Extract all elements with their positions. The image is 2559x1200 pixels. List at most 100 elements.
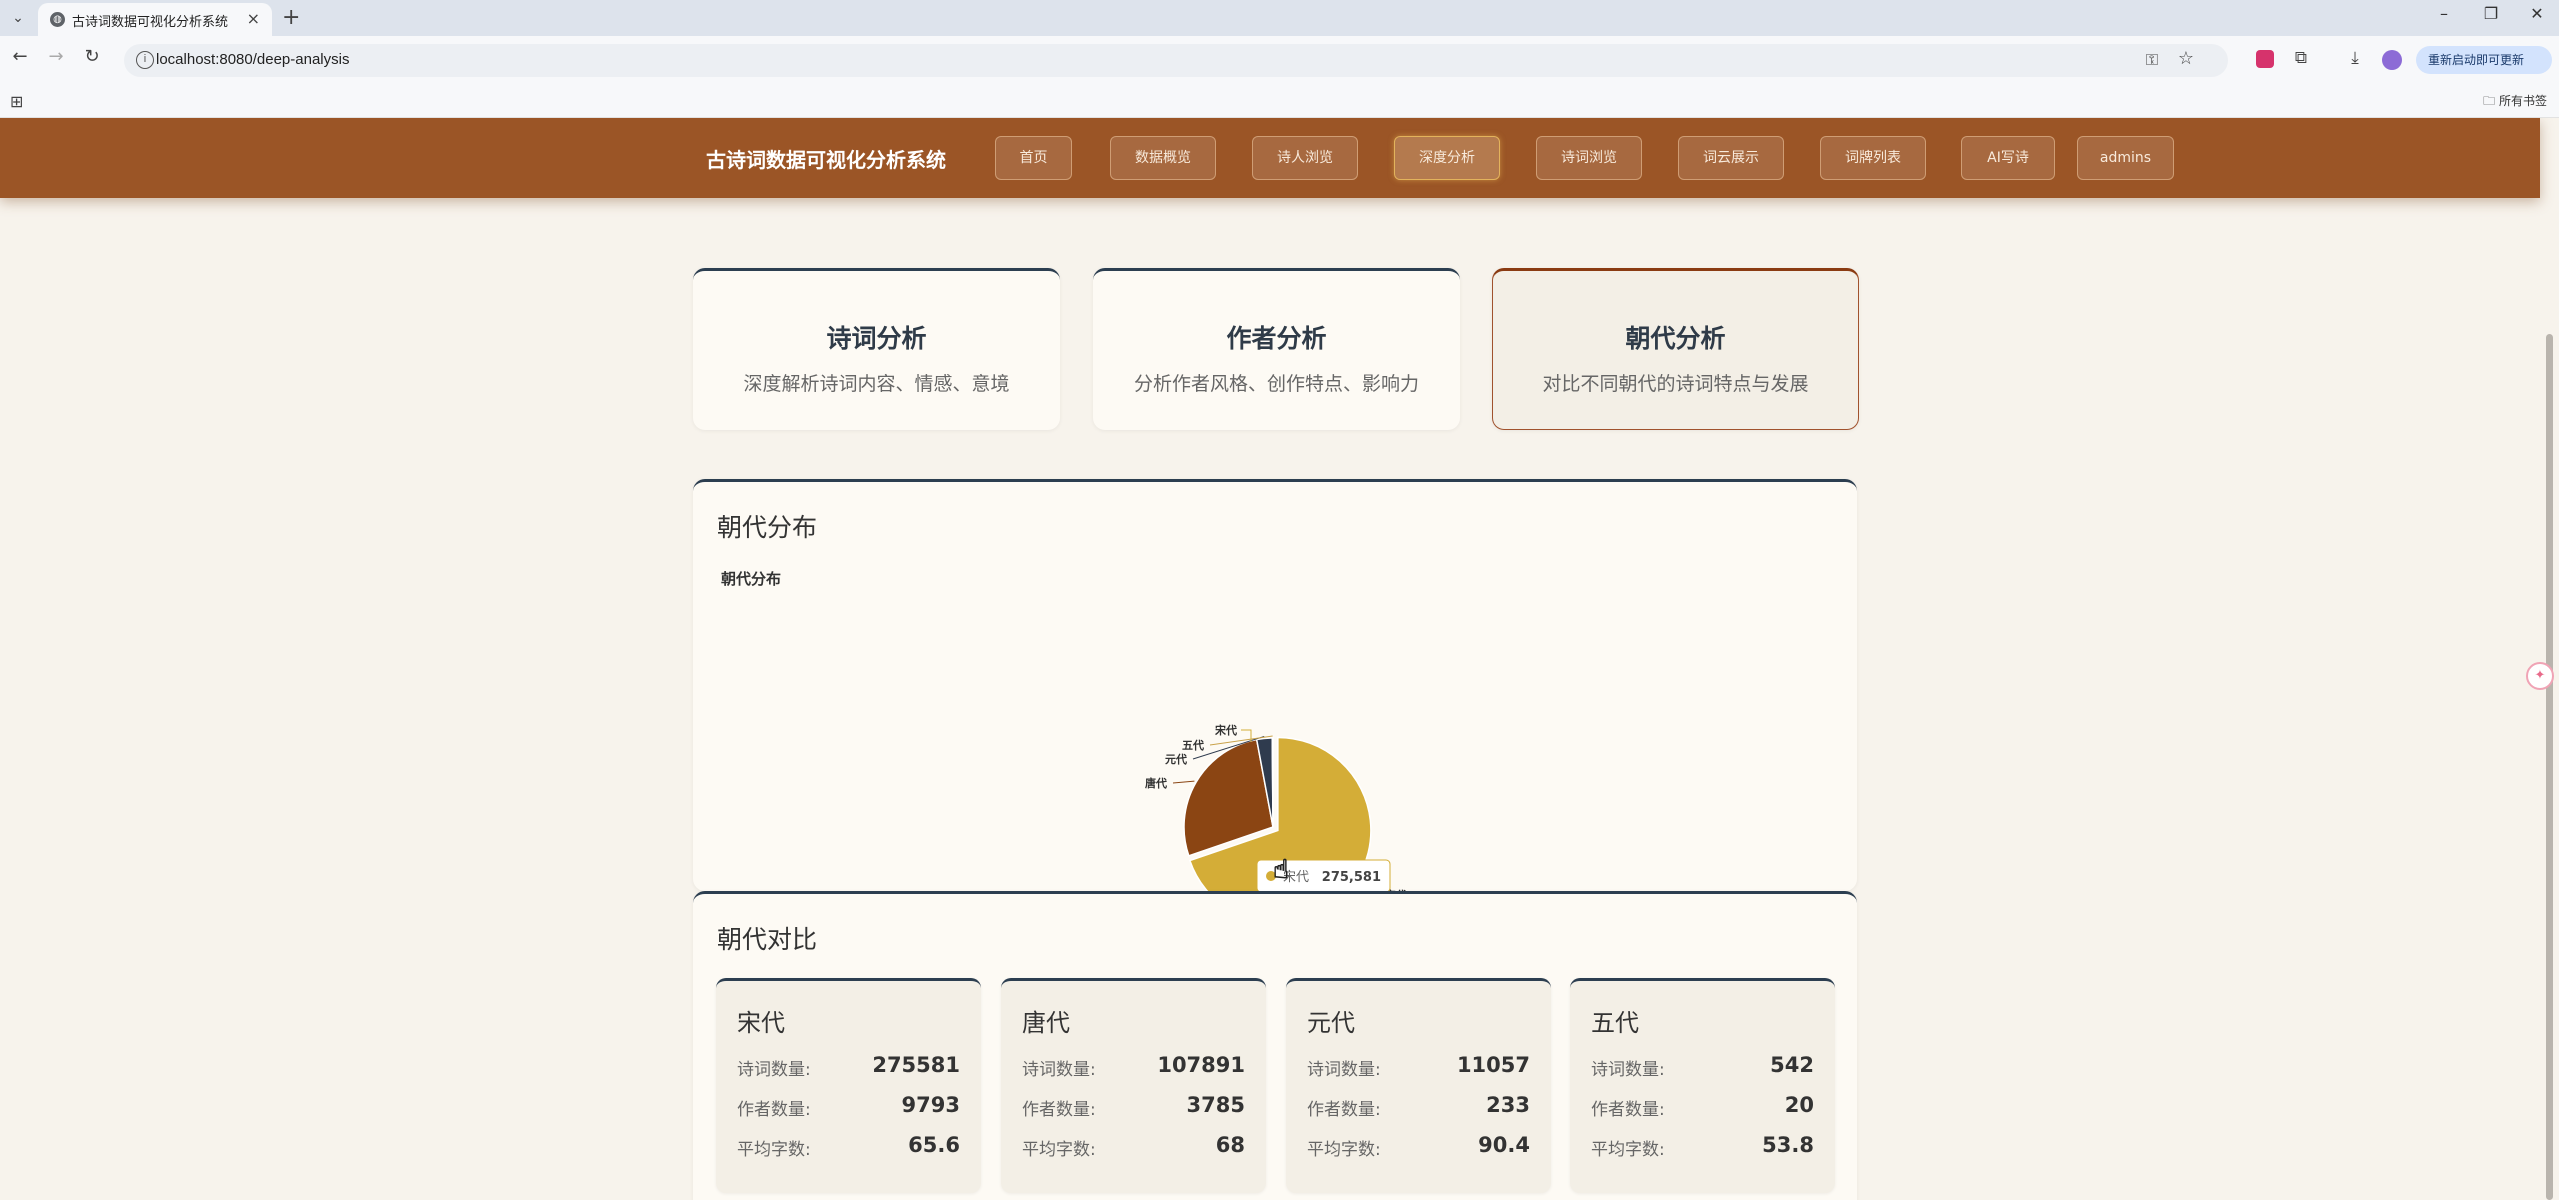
minimize-icon[interactable]: – (2429, 4, 2459, 23)
extension-icon[interactable] (2256, 50, 2274, 68)
dynasty-distribution-panel: 朝代分布 朝代分布 宋代唐代元代五代宋代宋代275,581☝ (693, 479, 1857, 894)
tooltip-value: 275,581 (1322, 870, 1381, 885)
stat-label: 诗词数量: (1307, 1060, 1381, 1080)
pie-label: 唐代 (1145, 776, 1167, 790)
dynasty-card-song: 宋代 诗词数量: 275581 作者数量: 9793 平均字数: 65.6 (716, 978, 981, 1193)
new-tab-icon[interactable]: + (282, 5, 300, 30)
back-icon[interactable]: ← (8, 46, 32, 67)
stat-value: 275581 (872, 1053, 960, 1077)
page-scrollbar[interactable] (2546, 334, 2553, 1200)
stat-row-avg-chars: 平均字数: 68 (1022, 1131, 1245, 1161)
stat-value: 107891 (1157, 1053, 1245, 1077)
download-icon[interactable]: ⤓ (2344, 48, 2366, 68)
update-button[interactable]: 重新启动即可更新 (2416, 46, 2552, 74)
hand-cursor-icon: ☝ (1273, 855, 1289, 885)
dynasty-card-wudai: 五代 诗词数量: 542 作者数量: 20 平均字数: 53.8 (1570, 978, 1835, 1193)
stat-row-authors: 作者数量: 20 (1591, 1091, 1814, 1121)
globe-icon: ◍ (50, 12, 65, 27)
stat-label: 作者数量: (1591, 1100, 1665, 1120)
page-viewport: 古诗词数据可视化分析系统 首页 数据概览 诗人浏览 深度分析 诗词浏览 词云展示… (0, 118, 2559, 1200)
feature-desc: 分析作者风格、创作特点、影响力 (1133, 373, 1419, 395)
stat-row-avg-chars: 平均字数: 65.6 (737, 1131, 960, 1161)
all-bookmarks[interactable]: 🗀 所有书签 (2483, 92, 2547, 113)
stat-label: 作者数量: (1022, 1100, 1096, 1120)
nav-poets[interactable]: 诗人浏览 (1252, 136, 1358, 180)
profile-avatar[interactable] (2382, 50, 2402, 70)
extensions-icon[interactable]: ⧉ (2290, 48, 2312, 68)
nav-wordcloud[interactable]: 词云展示 (1678, 136, 1784, 180)
feature-title: 作者分析 (1226, 324, 1327, 353)
stat-value: 68 (1215, 1133, 1245, 1157)
close-icon[interactable]: × (247, 9, 260, 28)
pie-label: 五代 (1182, 738, 1204, 752)
stat-value: 233 (1486, 1093, 1530, 1117)
pie-leader-line (1172, 780, 1195, 784)
password-key-icon[interactable]: ⚿ (2146, 50, 2158, 70)
stat-row-avg-chars: 平均字数: 90.4 (1307, 1131, 1530, 1161)
dynasty-name: 元代 (1307, 1009, 1355, 1037)
stat-value: 11057 (1456, 1053, 1530, 1077)
window-close-icon[interactable]: ✕ (2522, 4, 2552, 23)
feature-desc: 对比不同朝代的诗词特点与发展 (1542, 373, 1809, 395)
browser-tab[interactable]: ◍ 古诗词数据可视化分析系统 × (38, 3, 272, 36)
site-info-icon[interactable]: i (136, 51, 154, 69)
forward-icon[interactable]: → (44, 46, 68, 67)
address-bar[interactable]: i localhost:8080/deep-analysis ⚿ ☆ (124, 44, 2228, 77)
stat-row-authors: 作者数量: 233 (1307, 1091, 1530, 1121)
stat-row-authors: 作者数量: 3785 (1022, 1091, 1245, 1121)
dynasty-name: 宋代 (737, 1009, 785, 1037)
stat-row-poems: 诗词数量: 275581 (737, 1051, 960, 1081)
stat-label: 平均字数: (737, 1140, 811, 1160)
stat-label: 平均字数: (1307, 1140, 1381, 1160)
stat-label: 诗词数量: (1022, 1060, 1096, 1080)
stat-row-poems: 诗词数量: 542 (1591, 1051, 1814, 1081)
stat-value: 90.4 (1478, 1133, 1530, 1157)
stat-label: 诗词数量: (737, 1060, 811, 1080)
apps-grid-icon[interactable]: ⊞ (10, 92, 23, 111)
stat-value: 53.8 (1762, 1133, 1814, 1157)
folder-icon: 🗀 (2483, 94, 2499, 108)
dynasty-card-yuan: 元代 诗词数量: 11057 作者数量: 233 平均字数: 90.4 (1286, 978, 1551, 1193)
url-text[interactable]: localhost:8080/deep-analysis (156, 51, 349, 68)
bookmark-bar: ⊞ 🗀 所有书签 (0, 84, 2559, 118)
feature-title: 朝代分析 (1625, 324, 1726, 353)
stat-value: 20 (1784, 1093, 1814, 1117)
pie-label: 元代 (1165, 752, 1187, 766)
feature-card-author-analysis[interactable]: 作者分析 分析作者风格、创作特点、影响力 (1093, 268, 1460, 430)
nav-home[interactable]: 首页 (995, 136, 1072, 180)
nav-overview[interactable]: 数据概览 (1110, 136, 1216, 180)
stat-label: 平均字数: (1022, 1140, 1096, 1160)
app-title: 古诗词数据可视化分析系统 (706, 148, 946, 172)
browser-toolbar: ← → ↻ i localhost:8080/deep-analysis ⚿ ☆… (0, 36, 2559, 84)
tab-search-icon[interactable]: ⌄ (8, 8, 28, 28)
stat-label: 诗词数量: (1591, 1060, 1665, 1080)
stat-value: 3785 (1186, 1093, 1245, 1117)
nav-ai-poem[interactable]: AI写诗 (1961, 136, 2055, 180)
all-bookmarks-label: 所有书签 (2498, 94, 2547, 108)
feature-card-poem-analysis[interactable]: 诗词分析 深度解析诗词内容、情感、意境 (693, 268, 1060, 430)
nav-poems[interactable]: 诗词浏览 (1536, 136, 1642, 180)
restore-icon[interactable]: ❐ (2476, 4, 2506, 23)
stat-row-poems: 诗词数量: 11057 (1307, 1051, 1530, 1081)
nav-cipai[interactable]: 词牌列表 (1820, 136, 1926, 180)
dynasty-card-tang: 唐代 诗词数量: 107891 作者数量: 3785 平均字数: 68 (1001, 978, 1266, 1193)
dynasty-name: 五代 (1591, 1009, 1639, 1037)
feature-desc: 深度解析诗词内容、情感、意境 (743, 373, 1010, 395)
nav-deep-analysis[interactable]: 深度分析 (1394, 136, 1500, 180)
bookmark-star-icon[interactable]: ☆ (2178, 48, 2194, 69)
pie-label: 宋代 (1214, 723, 1237, 737)
stat-row-poems: 诗词数量: 107891 (1022, 1051, 1245, 1081)
stat-value: 65.6 (908, 1133, 960, 1157)
section-title: 朝代对比 (717, 925, 818, 954)
feature-title: 诗词分析 (826, 324, 927, 353)
nav-admins[interactable]: admins (2077, 136, 2174, 180)
pie-slice-3[interactable] (1271, 737, 1274, 828)
dynasty-comparison-panel: 朝代对比 宋代 诗词数量: 275581 作者数量: 9793 平均字数: 65.6 … (693, 891, 1857, 1200)
stat-row-avg-chars: 平均字数: 53.8 (1591, 1131, 1814, 1161)
dynasty-pie-chart[interactable]: 宋代唐代元代五代宋代宋代275,581☝ (693, 482, 1857, 894)
stat-label: 作者数量: (737, 1100, 811, 1120)
reload-icon[interactable]: ↻ (80, 46, 104, 67)
stat-label: 平均字数: (1591, 1140, 1665, 1160)
translate-float-icon[interactable]: ✦ (2526, 662, 2554, 690)
feature-card-dynasty-analysis[interactable]: 朝代分析 对比不同朝代的诗词特点与发展 (1492, 268, 1859, 430)
